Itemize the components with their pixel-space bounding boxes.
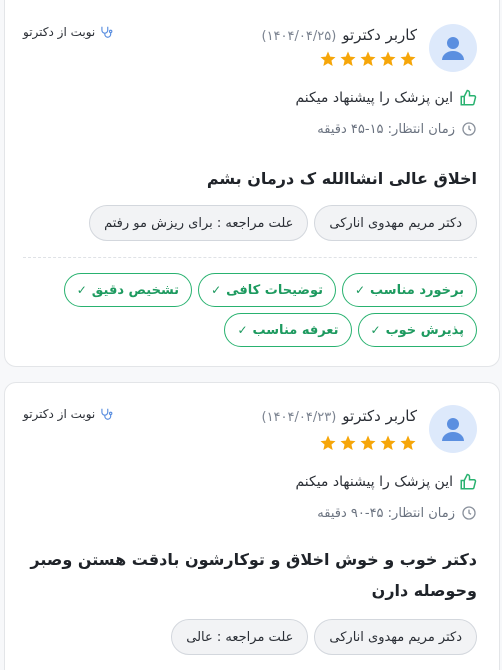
check-icon: ✓ [370, 323, 381, 337]
highlight-pill: برخورد مناسب ✓ [341, 273, 477, 307]
wait-time-row: زمان انتظار: ۴۵-۹۰ دقیقه [317, 505, 477, 521]
clock-icon [462, 122, 476, 136]
booking-source-label: نوبت از دکترتو [23, 407, 96, 421]
booking-source: نوبت از دکترتو [23, 407, 113, 421]
reviewer-username: کاربر دکترتو [342, 407, 417, 425]
reviewer-name: کاربر دکترتو (۱۴۰۴/۰۴/۲۵) [261, 26, 417, 44]
highlight-label: برخورد مناسب [370, 282, 464, 298]
wait-time-text: زمان انتظار: ۱۵-۴۵ دقیقه [317, 121, 455, 137]
review-tags: دکتر مریم مهدوی انارکی علت مراجعه : عالی [171, 619, 477, 655]
user-avatar-icon [429, 24, 477, 72]
review-comment: اخلاق عالی انشاالله ک درمان بشم [206, 169, 477, 188]
check-icon: ✓ [76, 283, 87, 297]
highlight-label: تشخیص دقیق [91, 282, 180, 298]
star-icon [400, 51, 416, 66]
highlight-pill: تعرفه مناسب ✓ [224, 313, 352, 347]
star-icon [360, 51, 376, 66]
rating-stars [319, 50, 417, 68]
review-card: کاربر دکترتو(۱۴۰۴/۰۴/۲۵) نوبت از دکترتو … [4, 0, 500, 367]
booking-source-label: نوبت از دکترتو [23, 25, 96, 39]
highlight-label: تعرفه مناسب [252, 322, 339, 338]
wait-time-row: زمان انتظار: ۱۵-۴۵ دقیقه [317, 121, 477, 137]
star-icon [320, 51, 336, 66]
star-icon [400, 435, 416, 450]
visit-reason-tag: علت مراجعه : برای ریزش مو رفتم [89, 205, 309, 241]
stethoscope-icon [101, 26, 113, 38]
reviewer-username: کاربر دکترتو [342, 26, 417, 44]
review-date: (۱۴۰۴/۰۴/۲۵) [261, 29, 337, 44]
highlight-pill: پذیرش خوب ✓ [357, 313, 477, 347]
review-date: (۱۴۰۴/۰۴/۲۳) [261, 410, 337, 425]
recommend-text: این پزشک را پیشنهاد میکنم [295, 474, 453, 490]
rating-stars [319, 434, 417, 452]
thumbs-up-icon [460, 473, 477, 490]
clock-icon [462, 506, 476, 520]
star-icon [380, 51, 396, 66]
star-icon [320, 435, 336, 450]
recommend-text: این پزشک را پیشنهاد میکنم [295, 90, 453, 106]
booking-source: نوبت از دکترتو [23, 25, 113, 39]
review-tags: دکتر مریم مهدوی انارکی علت مراجعه : برای… [89, 205, 477, 241]
recommend-row: این پزشک را پیشنهاد میکنم [295, 473, 477, 491]
review-comment: دکتر خوب و خوش اخلاق و توکارشون بادقت هس… [30, 550, 477, 600]
visit-reason-tag: علت مراجعه : عالی [171, 619, 309, 655]
reviewer-name: کاربر دکترتو (۱۴۰۴/۰۴/۲۳) [261, 407, 417, 425]
check-icon: ✓ [237, 323, 248, 337]
divider [23, 257, 477, 258]
user-avatar-icon [429, 405, 477, 453]
doctor-tag: دکتر مریم مهدوی انارکی [314, 205, 477, 241]
doctor-tag: دکتر مریم مهدوی انارکی [314, 619, 477, 655]
recommend-row: این پزشک را پیشنهاد میکنم [295, 89, 477, 107]
highlight-label: پذیرش خوب [385, 322, 464, 338]
check-icon: ✓ [354, 283, 366, 297]
highlight-label: توضیحات کافی [226, 282, 323, 298]
highlight-pill: توضیحات کافی ✓ [198, 273, 336, 307]
review-card: کاربر دکترتو(۱۴۰۴/۰۴/۲۳) نوبت از دکترتو … [4, 382, 500, 670]
highlight-pills: برخورد مناسب ✓ توضیحات کافی ✓ تشخیص دقیق ✓ … [45, 273, 477, 347]
star-icon [360, 435, 376, 450]
thumbs-up-icon [460, 89, 477, 106]
check-icon: ✓ [211, 283, 222, 297]
star-icon [340, 51, 356, 66]
star-icon [340, 435, 356, 450]
stethoscope-icon [101, 408, 113, 420]
highlight-pill: تشخیص دقیق ✓ [63, 273, 193, 307]
wait-time-text: زمان انتظار: ۴۵-۹۰ دقیقه [317, 505, 455, 521]
star-icon [380, 435, 396, 450]
